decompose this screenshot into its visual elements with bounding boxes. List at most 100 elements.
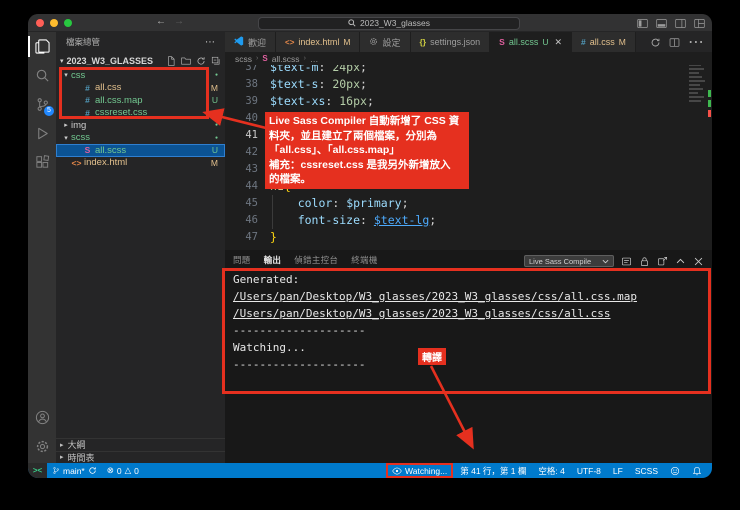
branch-icon bbox=[53, 467, 59, 474]
output-file-link[interactable]: /Users/pan/Desktop/W3_glasses/2023_W3_gl… bbox=[233, 305, 704, 322]
warnings-icon: △ bbox=[124, 465, 132, 475]
code-line: 45 color: $primary; bbox=[225, 195, 712, 212]
output-file-link[interactable]: /Users/pan/Desktop/W3_glasses/2023_W3_gl… bbox=[233, 288, 704, 305]
collapse-folders-icon[interactable] bbox=[211, 56, 221, 66]
css-file-icon: # bbox=[85, 95, 90, 106]
vscode-window: ← → 2023_W3_glasses 5 檔案總管 ⋯ ▾ 2023_W3_G… bbox=[28, 14, 712, 478]
forward-icon[interactable]: → bbox=[174, 16, 184, 27]
tree-item-css[interactable]: ▾ css ● bbox=[56, 69, 225, 82]
outline-section[interactable]: ▸ 大綱 bbox=[56, 438, 225, 451]
notifications-bell-icon[interactable] bbox=[687, 466, 707, 476]
file-label: css bbox=[71, 69, 86, 81]
panel-tab-問題[interactable]: 問題 bbox=[233, 254, 251, 268]
tree-item-cssreset.css[interactable]: # cssreset.css bbox=[56, 107, 225, 120]
tree-item-all.scss[interactable]: Sall.scss U bbox=[56, 144, 225, 157]
panel-tab-偵錯主控台[interactable]: 偵錯主控台 bbox=[294, 254, 338, 268]
new-file-icon[interactable] bbox=[166, 55, 176, 66]
search-title: 2023_W3_glasses bbox=[360, 18, 430, 28]
breadcrumb[interactable]: scss › S all.scss › … bbox=[225, 52, 712, 65]
minimize-window-button[interactable] bbox=[50, 19, 58, 27]
indentation-item[interactable]: 空格: 4 bbox=[533, 465, 569, 477]
feedback-icon[interactable] bbox=[665, 466, 685, 476]
remote-indicator[interactable]: >< bbox=[28, 463, 47, 478]
customize-layout-icon[interactable] bbox=[694, 18, 705, 29]
problems-item[interactable]: ⊗ 0 △ 0 bbox=[102, 465, 144, 476]
chevron-right-icon: ▸ bbox=[60, 441, 64, 449]
breadcrumb-folder[interactable]: scss bbox=[235, 54, 252, 64]
output-line: -------------------- bbox=[233, 358, 366, 371]
open-log-icon[interactable] bbox=[657, 256, 668, 267]
explorer-more-actions-icon[interactable]: ⋯ bbox=[205, 37, 215, 48]
account-icon[interactable] bbox=[28, 403, 56, 432]
settings-gear-icon[interactable] bbox=[28, 432, 56, 461]
sass-file-icon: S bbox=[84, 145, 91, 156]
chevron-right-icon: › bbox=[303, 55, 306, 62]
watch-eye-icon bbox=[392, 467, 402, 474]
line-number: 41 bbox=[245, 129, 258, 141]
back-icon[interactable]: ← bbox=[156, 16, 166, 27]
code-text: font-size: $text-lg; bbox=[297, 213, 437, 227]
panel-tab-輸出[interactable]: 輸出 bbox=[263, 254, 282, 269]
html-file-icon: <> bbox=[71, 157, 82, 168]
timeline-section[interactable]: ▸ 時間表 bbox=[56, 450, 225, 464]
refresh-icon[interactable] bbox=[196, 56, 206, 66]
code-line: 38 $text-s: 20px; bbox=[225, 76, 712, 93]
code-line: 46 font-size: $text-lg; bbox=[225, 212, 712, 229]
tree-item-index.html[interactable]: <> index.html M bbox=[56, 157, 225, 170]
sync-icon bbox=[89, 467, 96, 474]
output-log[interactable]: Generated: /Users/pan/Desktop/W3_glasses/… bbox=[233, 271, 704, 373]
eol-item[interactable]: LF bbox=[608, 466, 628, 476]
breadcrumb-file[interactable]: all.scss bbox=[272, 54, 300, 64]
code-line: 47} bbox=[225, 229, 712, 246]
command-center-search[interactable]: 2023_W3_glasses bbox=[258, 16, 520, 30]
line-number: 44 bbox=[245, 180, 258, 192]
clear-output-icon[interactable] bbox=[621, 256, 632, 267]
errors-icon: ⊗ bbox=[106, 465, 114, 475]
close-window-button[interactable] bbox=[36, 19, 44, 27]
explorer-icon[interactable] bbox=[28, 32, 56, 61]
file-label: all.css bbox=[95, 82, 122, 94]
project-root-row[interactable]: ▾ 2023_W3_GLASSES bbox=[56, 52, 225, 69]
sass-file-icon: S bbox=[262, 54, 268, 63]
sass-watching-item[interactable]: Watching... bbox=[386, 463, 454, 478]
git-status-badge: M bbox=[210, 82, 218, 93]
file-label: img bbox=[71, 119, 87, 131]
zoom-window-button[interactable] bbox=[64, 19, 72, 27]
encoding-item[interactable]: UTF-8 bbox=[572, 466, 606, 476]
maximize-panel-icon[interactable] bbox=[675, 256, 686, 267]
cursor-position-item[interactable]: 第 41 行，第 1 欄 bbox=[455, 465, 531, 477]
traffic-lights bbox=[36, 19, 72, 27]
source-control-icon[interactable]: 5 bbox=[28, 90, 56, 119]
code-text: } bbox=[270, 230, 277, 244]
language-mode-item[interactable]: SCSS bbox=[630, 466, 663, 476]
lock-scroll-icon[interactable] bbox=[639, 256, 650, 267]
tree-item-all.css.map[interactable]: # all.css.map U bbox=[56, 94, 225, 107]
close-panel-icon[interactable] bbox=[693, 256, 704, 267]
panel-header: 問題 輸出 偵錯主控台 終端機 Live Sass Compile bbox=[225, 254, 712, 269]
toggle-secondary-sidebar-icon[interactable] bbox=[675, 18, 686, 29]
output-channel-select[interactable]: Live Sass Compile bbox=[524, 255, 614, 267]
tree-item-img[interactable]: ▸ img ● bbox=[56, 119, 225, 132]
chevron-down-icon bbox=[602, 259, 609, 263]
toggle-sidebar-icon[interactable] bbox=[637, 18, 648, 29]
toggle-panel-icon[interactable] bbox=[656, 18, 667, 29]
tree-item-scss[interactable]: ▾ scss ● bbox=[56, 132, 225, 145]
tree-item-all.css[interactable]: # all.css M bbox=[56, 82, 225, 95]
css-file-icon: # bbox=[85, 82, 90, 93]
panel-tab-終端機[interactable]: 終端機 bbox=[351, 254, 377, 268]
run-debug-icon[interactable] bbox=[28, 119, 56, 148]
watching-label: Watching... bbox=[405, 465, 448, 476]
bottom-panel: 問題 輸出 偵錯主控台 終端機 Live Sass Compile Generated… bbox=[225, 250, 712, 463]
code-text: $text-xs: 16px; bbox=[270, 94, 374, 108]
editor-group: 歡迎 <> index.html M 設定{} settings.json Sall.scs… bbox=[225, 32, 712, 463]
output-line: Watching... bbox=[233, 341, 306, 354]
new-folder-icon[interactable] bbox=[181, 56, 191, 66]
search-view-icon[interactable] bbox=[28, 61, 56, 90]
breadcrumb-symbol[interactable]: … bbox=[310, 54, 319, 64]
warnings-count: 0 bbox=[134, 465, 139, 476]
line-number: 40 bbox=[245, 112, 258, 124]
file-label: all.scss bbox=[95, 144, 127, 156]
git-branch-item[interactable]: main* bbox=[47, 466, 102, 476]
title-bar: ← → 2023_W3_glasses bbox=[28, 14, 712, 32]
extensions-icon[interactable] bbox=[28, 148, 56, 177]
